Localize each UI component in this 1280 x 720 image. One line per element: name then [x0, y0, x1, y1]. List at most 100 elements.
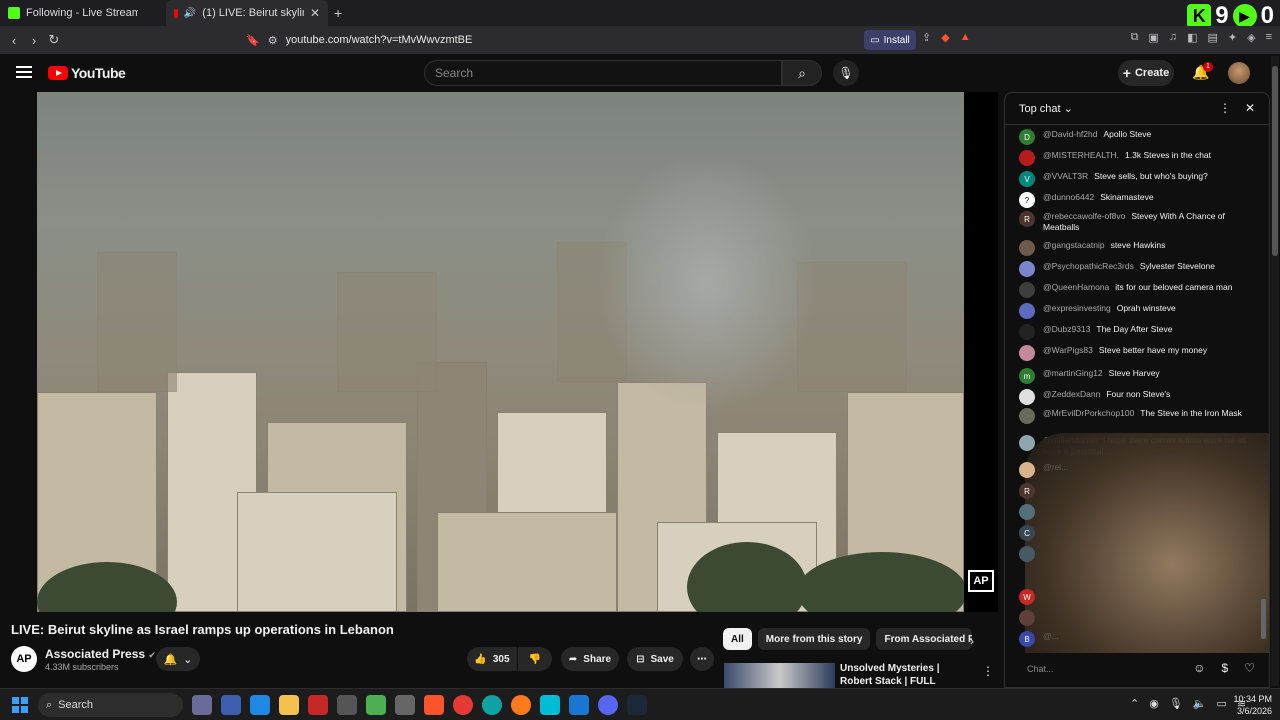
app-icon[interactable] [221, 695, 241, 715]
tab-kick[interactable]: Following - Live Streams on Kick [0, 0, 166, 26]
share-button[interactable]: ➦ Share [561, 647, 619, 671]
notification-settings-button[interactable]: 🔔 ⌄ [156, 647, 200, 671]
app-icon[interactable] [540, 695, 560, 715]
avatar[interactable]: C [1019, 525, 1035, 541]
avatar[interactable]: B [1019, 631, 1035, 647]
brave-rewards-icon[interactable]: ▲ [960, 31, 971, 44]
tab-youtube[interactable]: 🔊 (1) LIVE: Beirut skyline as Israel ram… [166, 0, 328, 26]
chat-author[interactable]: @Dubz9313 [1043, 324, 1090, 334]
avatar[interactable]: m [1019, 368, 1035, 384]
file-explorer-icon[interactable] [279, 695, 299, 715]
chat-author[interactable]: @WarPigs83 [1043, 345, 1093, 355]
screenshot-icon[interactable]: ▣ [1148, 31, 1158, 44]
new-tab-button[interactable]: + [334, 5, 342, 21]
app-icon[interactable] [192, 695, 212, 715]
sidebar-icon[interactable]: ◧ [1187, 31, 1197, 44]
kick-extension-icon[interactable]: K [1187, 4, 1212, 28]
search-button[interactable]: ⌕ [782, 60, 822, 86]
avatar[interactable] [1019, 150, 1035, 166]
steam-icon[interactable] [627, 695, 647, 715]
chrome-icon[interactable] [453, 695, 473, 715]
brave-shield-icon[interactable]: ◆ [941, 31, 949, 44]
vpn-icon[interactable]: ◈ [1247, 31, 1255, 44]
close-icon[interactable]: ✕ [1245, 101, 1255, 115]
voice-search-button[interactable]: 🎙 [833, 60, 859, 86]
bookmark-icon[interactable]: 🔖 [246, 34, 260, 47]
dislike-button[interactable]: 👎 [518, 647, 552, 671]
create-button[interactable]: + Create [1118, 60, 1174, 86]
chat-author[interactable]: @martinGing12 [1043, 368, 1103, 378]
hamburger-menu-icon[interactable] [16, 66, 32, 78]
youtube-logo[interactable]: YouTube [48, 65, 126, 81]
app-icon[interactable] [395, 695, 415, 715]
avatar[interactable]: W [1019, 589, 1035, 605]
url-text[interactable]: youtube.com/watch?v=tMvWwvzmtBE [286, 34, 473, 46]
avatar[interactable]: V [1019, 171, 1035, 187]
channel-avatar[interactable]: AP [11, 646, 37, 672]
play-extension-icon[interactable]: ▶ [1232, 4, 1257, 28]
network-icon[interactable]: ◉ [1149, 697, 1159, 710]
chat-author[interactable]: @PsychopathicRec3rds [1043, 261, 1134, 271]
avatar[interactable] [1019, 282, 1035, 298]
avatar[interactable] [1019, 462, 1035, 478]
avatar[interactable] [1019, 546, 1035, 562]
avatar[interactable] [1228, 62, 1250, 84]
avatar[interactable] [1019, 345, 1035, 361]
chat-author[interactable]: @David-hf2hd [1043, 129, 1097, 139]
chat-scroll-thumb[interactable] [1261, 599, 1266, 639]
leo-icon[interactable]: ✦ [1228, 31, 1237, 44]
super-chat-icon[interactable]: $ [1222, 661, 1229, 675]
chip-more-from-story[interactable]: More from this story [757, 628, 871, 650]
speaker-icon[interactable]: 🔊 [184, 8, 196, 19]
avatar[interactable]: R [1019, 483, 1035, 499]
chat-author[interactable]: @rel... [1043, 462, 1068, 478]
mic-icon[interactable]: 🎙 [1169, 697, 1183, 710]
chevron-right-icon[interactable]: › [970, 634, 974, 648]
chat-author[interactable]: @dunno6442 [1043, 192, 1094, 202]
chat-author[interactable]: @ZeddexDann [1043, 389, 1100, 399]
video-player[interactable] [37, 92, 964, 612]
app-icon[interactable] [366, 695, 386, 715]
more-vert-icon[interactable]: ⋮ [982, 664, 994, 678]
reload-icon[interactable]: ↻ [44, 32, 64, 48]
app-icon[interactable] [308, 695, 328, 715]
site-info-icon[interactable]: ⚙ [268, 34, 278, 47]
chat-author[interactable]: @VVALT3R [1043, 171, 1088, 181]
heart-icon[interactable]: ♡ [1244, 661, 1255, 675]
chat-scrollbar[interactable] [1261, 129, 1266, 649]
chat-input[interactable]: Chat... [1017, 659, 1217, 679]
app-icon[interactable] [337, 695, 357, 715]
back-icon[interactable]: ‹ [4, 33, 24, 48]
avatar[interactable]: D [1019, 129, 1035, 145]
avatar[interactable] [1019, 303, 1035, 319]
share-icon[interactable]: ⇪ [922, 31, 931, 44]
chat-mode-dropdown[interactable]: Top chat ⌄ [1019, 102, 1073, 115]
app-icon[interactable] [250, 695, 270, 715]
emoji-icon[interactable]: ☺ [1193, 661, 1205, 675]
chat-author[interactable]: @MISTERHEALTH. [1043, 150, 1119, 160]
more-vert-icon[interactable]: ⋮ [1219, 101, 1231, 115]
chat-author[interactable]: @rebeccawolfe-of8vo [1043, 211, 1125, 221]
avatar[interactable] [1019, 240, 1035, 256]
display-icon[interactable]: ▭ [1217, 697, 1227, 710]
more-actions-button[interactable]: ⋯ [690, 647, 714, 671]
vscode-icon[interactable] [569, 695, 589, 715]
chat-author[interactable]: @... [1043, 631, 1059, 647]
avatar[interactable] [1019, 261, 1035, 277]
install-button[interactable]: ▭ Install [864, 30, 916, 50]
discord-icon[interactable] [598, 695, 618, 715]
avatar[interactable]: ? [1019, 192, 1035, 208]
edge-icon[interactable] [482, 695, 502, 715]
wallet-icon[interactable]: ▤ [1207, 31, 1217, 44]
close-icon[interactable]: ✕ [310, 6, 320, 20]
avatar[interactable] [1019, 408, 1035, 424]
taskbar-clock[interactable]: 10:34 PM 3/6/2026 [1228, 693, 1272, 717]
avatar[interactable] [1019, 389, 1035, 405]
firefox-icon[interactable] [511, 695, 531, 715]
taskbar-search[interactable]: ⌕ Search [38, 693, 183, 717]
brave-icon[interactable] [424, 695, 444, 715]
avatar[interactable]: R [1019, 211, 1035, 227]
like-button[interactable]: 👍 305 [467, 647, 517, 671]
menu-icon[interactable]: ≡ [1266, 31, 1272, 44]
page-scroll-thumb[interactable] [1272, 66, 1278, 256]
